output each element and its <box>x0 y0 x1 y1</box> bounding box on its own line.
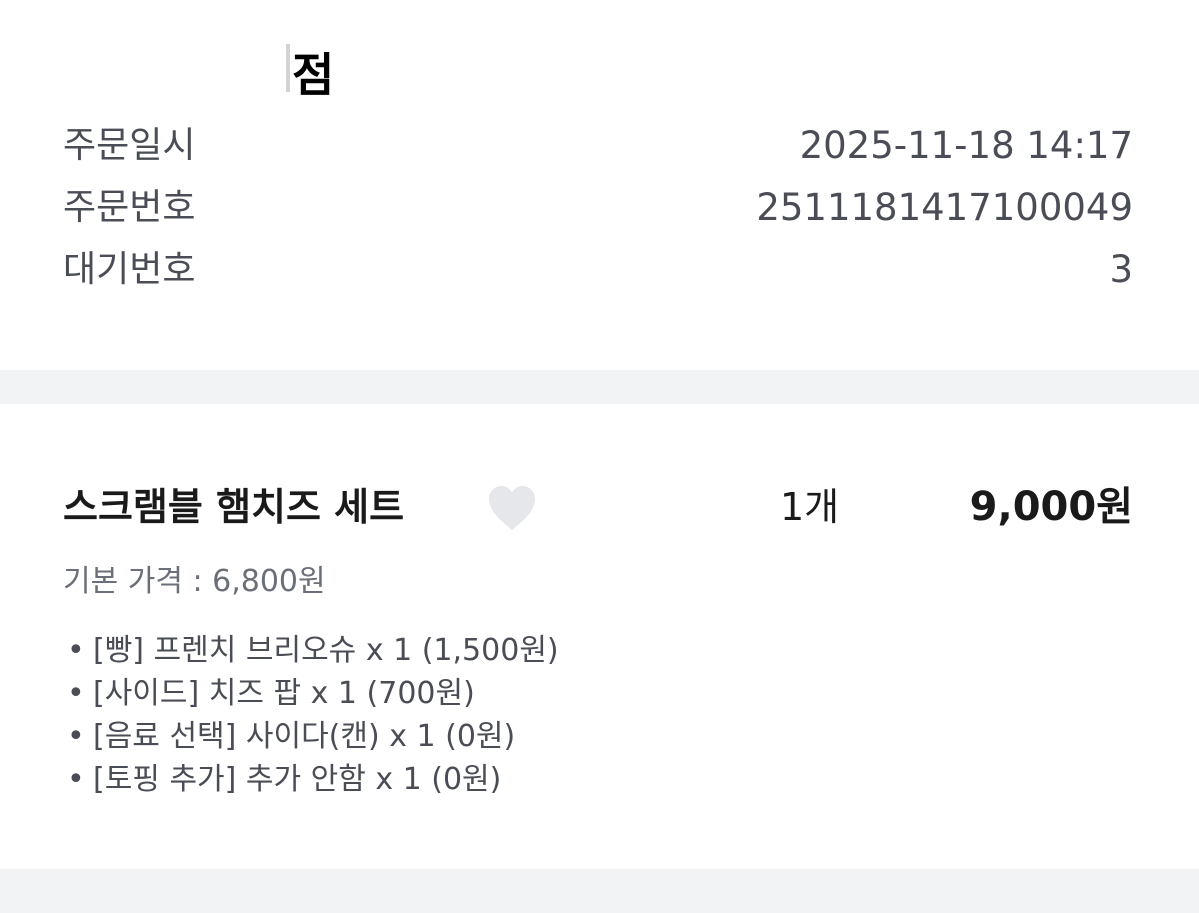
order-date-label: 주문일시 <box>63 125 196 166</box>
option-text: [사이드] 치즈 팝 x 1 (700원) <box>93 676 475 711</box>
option-list: • [빵] 프렌치 브리오슈 x 1 (1,500원) • [사이드] 치즈 팝… <box>63 629 559 801</box>
waiting-number-label: 대기번호 <box>63 249 196 290</box>
bullet-icon: • <box>67 676 85 711</box>
redaction-mark <box>286 44 290 92</box>
waiting-number-value: 3 <box>1109 248 1133 291</box>
base-price: 기본 가격 : 6,800원 <box>63 564 326 599</box>
option-item: • [사이드] 치즈 팝 x 1 (700원) <box>63 672 559 715</box>
option-item: • [빵] 프렌치 브리오슈 x 1 (1,500원) <box>63 629 559 672</box>
option-item: • [음료 선택] 사이다(캔) x 1 (0원) <box>63 715 559 758</box>
option-text: [음료 선택] 사이다(캔) x 1 (0원) <box>93 719 516 754</box>
option-item: • [토핑 추가] 추가 안함 x 1 (0원) <box>63 758 559 801</box>
bullet-icon: • <box>67 633 85 668</box>
order-number-value: 2511181417100049 <box>756 186 1133 229</box>
order-date-row: 주문일시 2025-11-18 14:17 <box>63 116 1133 176</box>
order-item-section: 스크램블 햄치즈 세트 1개 9,000원 기본 가격 : 6,800원 • [… <box>0 405 1199 869</box>
section-divider-bottom <box>0 869 1199 913</box>
bullet-icon: • <box>67 762 85 797</box>
waiting-number-row: 대기번호 3 <box>63 240 1133 300</box>
option-text: [빵] 프렌치 브리오슈 x 1 (1,500원) <box>93 633 559 668</box>
bullet-icon: • <box>67 719 85 754</box>
heart-icon[interactable] <box>486 484 538 532</box>
item-name: 스크램블 햄치즈 세트 <box>63 485 405 529</box>
order-number-label: 주문번호 <box>63 187 196 228</box>
order-number-row: 주문번호 2511181417100049 <box>63 178 1133 238</box>
item-price: 9,000원 <box>969 484 1133 530</box>
option-text: [토핑 추가] 추가 안함 x 1 (0원) <box>93 762 502 797</box>
section-divider <box>0 370 1199 404</box>
item-quantity: 1개 <box>780 485 840 529</box>
order-date-value: 2025-11-18 14:17 <box>799 124 1133 167</box>
order-header-section: 점 주문일시 2025-11-18 14:17 주문번호 25111814171… <box>0 0 1199 370</box>
store-name: 점 <box>292 48 335 102</box>
